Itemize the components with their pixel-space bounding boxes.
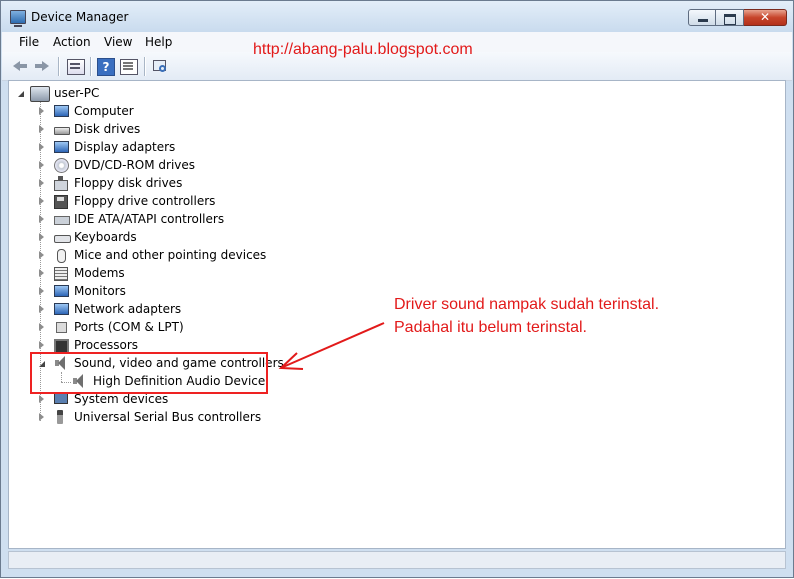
annotation-line-2: Padahal itu belum terinstal.	[394, 319, 587, 336]
annotation-arrow-icon	[278, 322, 385, 370]
annotation-text: Driver sound nampak sudah terinstal. Pad…	[394, 293, 659, 339]
device-manager-window: Device Manager ✕ File Action View Help ?…	[0, 0, 794, 578]
annotation-line-1: Driver sound nampak sudah terinstal.	[394, 296, 660, 313]
